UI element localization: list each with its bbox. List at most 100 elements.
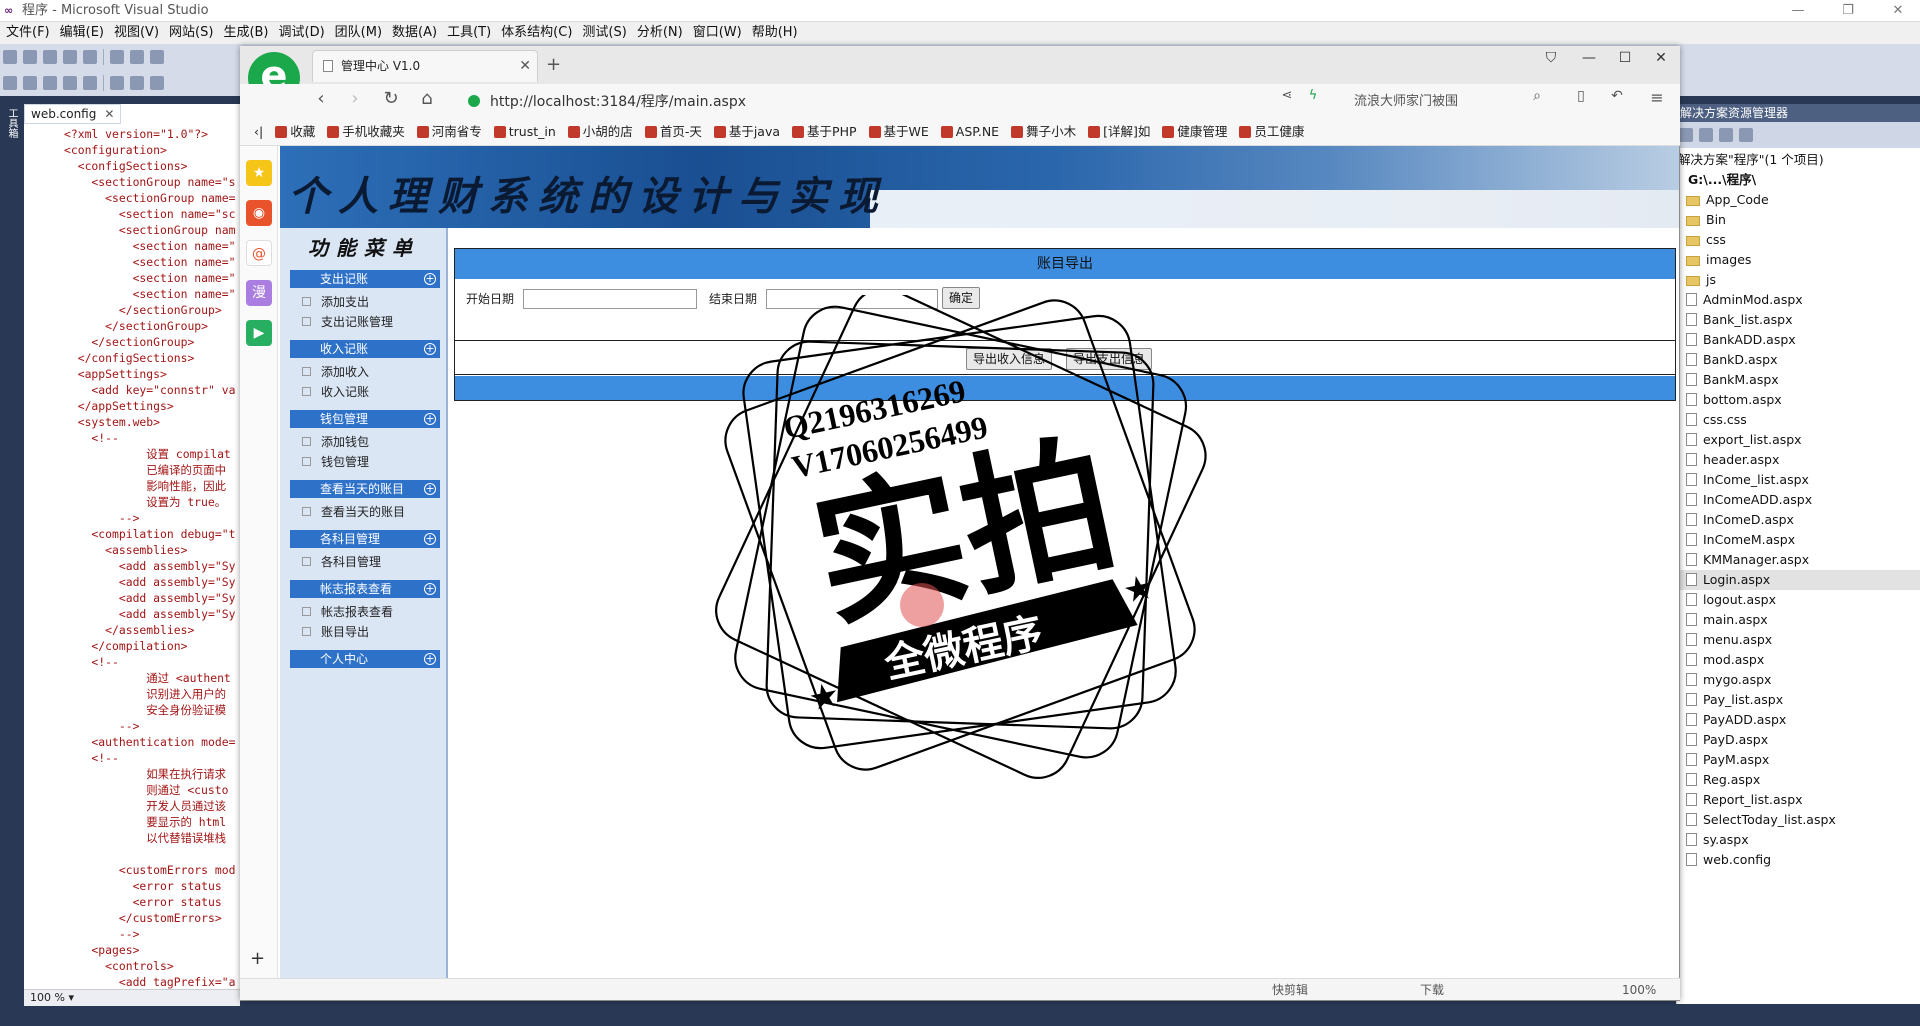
start-date-input[interactable] (523, 289, 697, 309)
vs-menu-item[interactable]: 窗口(W) (687, 22, 746, 44)
menu-item[interactable]: 添加支出 (302, 294, 369, 310)
project-node[interactable]: G:\...\程序\ (1676, 170, 1920, 190)
expand-icon[interactable]: + (424, 273, 436, 285)
format-icon[interactable] (3, 76, 17, 90)
solution-file[interactable]: PayD.aspx (1676, 730, 1920, 750)
solution-file[interactable]: logout.aspx (1676, 590, 1920, 610)
download-label[interactable]: 下载 (1420, 979, 1444, 1001)
code-line[interactable]: </compilation> (24, 638, 240, 654)
code-line[interactable]: <!-- (24, 430, 240, 446)
menu-group[interactable]: 收入记账 + (290, 340, 440, 358)
code-line[interactable]: <section name=" (24, 286, 240, 302)
code-line[interactable]: <pages> (24, 942, 240, 958)
toolbox-label[interactable]: 工具箱 (4, 108, 19, 138)
code-line[interactable]: <add assembly="Sy (24, 574, 240, 590)
favorite-link[interactable]: 小胡的店 (567, 124, 633, 139)
code-line[interactable]: 识别进入用户的 (24, 686, 240, 702)
solution-file[interactable]: InComeADD.aspx (1676, 490, 1920, 510)
menu-group[interactable]: 个人中心 + (290, 650, 440, 668)
solution-file[interactable]: mod.aspx (1676, 650, 1920, 670)
menu-icon[interactable]: ≡ (1644, 88, 1670, 107)
solution-file[interactable]: Reg.aspx (1676, 770, 1920, 790)
code-line[interactable]: <section name=" (24, 254, 240, 270)
code-line[interactable]: <add assembly="Sy (24, 558, 240, 574)
code-line[interactable]: <error status (24, 878, 240, 894)
forward-icon[interactable]: › (342, 88, 368, 109)
code-line[interactable]: <error status (24, 894, 240, 910)
menu-item[interactable]: 收入记账 (302, 384, 369, 400)
code-line[interactable]: <!-- (24, 654, 240, 670)
expand-icon[interactable]: + (424, 583, 436, 595)
favorite-link[interactable]: 河南省专 (416, 124, 482, 139)
vs-menu-item[interactable]: 调试(D) (273, 22, 329, 44)
solution-file[interactable]: InComeM.aspx (1676, 530, 1920, 550)
browser-close-button[interactable]: ✕ (1646, 50, 1676, 66)
uncomment-icon[interactable] (83, 76, 97, 90)
solution-file[interactable]: bottom.aspx (1676, 390, 1920, 410)
solution-file[interactable]: Pay_list.aspx (1676, 690, 1920, 710)
solution-file[interactable]: header.aspx (1676, 450, 1920, 470)
share-icon[interactable]: ⋖ (1274, 88, 1300, 103)
vs-menu-item[interactable]: 帮助(H) (746, 22, 802, 44)
favorite-link[interactable]: 基于PHP (792, 124, 857, 139)
mail-icon[interactable]: @ (246, 240, 272, 266)
vs-restore-button[interactable]: ❐ (1830, 0, 1866, 22)
code-line[interactable]: --> (24, 510, 240, 526)
home-icon[interactable]: ⌂ (414, 88, 440, 109)
favorite-link[interactable]: [详解]如 (1088, 124, 1150, 139)
code-line[interactable]: <compilation debug="t (24, 526, 240, 542)
browser-tab[interactable]: 管理中心 V1.0 ✕ (312, 50, 538, 82)
quick-edit-label[interactable]: 快剪辑 (1272, 979, 1308, 1001)
code-line[interactable]: --> (24, 718, 240, 734)
code-line[interactable]: <authentication mode= (24, 734, 240, 750)
properties-icon[interactable] (1679, 128, 1693, 142)
editor-tab-web-config[interactable]: web.config ✕ (24, 104, 122, 124)
code-line[interactable]: 设置为 true。 (24, 494, 240, 510)
code-line[interactable]: 通过 <authent (24, 670, 240, 686)
code-line[interactable]: 安全身份验证模 (24, 702, 240, 718)
bookmark-icon[interactable] (110, 76, 124, 90)
menu-item[interactable]: 帐志报表查看 (302, 604, 393, 620)
solution-file[interactable]: Bank_list.aspx (1676, 310, 1920, 330)
solution-folder[interactable]: js (1676, 270, 1920, 290)
browser-maximize-button[interactable]: ☐ (1610, 50, 1640, 66)
vs-menu-item[interactable]: 网站(S) (163, 22, 217, 44)
favorite-link[interactable]: trust_in (493, 124, 556, 139)
reader-icon[interactable]: ▯ (1568, 88, 1594, 104)
code-line[interactable]: <sectionGroup nam (24, 222, 240, 238)
outdent-icon[interactable] (43, 76, 57, 90)
favorite-link[interactable]: 员工健康 (1239, 124, 1304, 139)
favorite-link[interactable]: 舞子小木 (1011, 124, 1076, 139)
code-line[interactable]: <assemblies> (24, 542, 240, 558)
code-line[interactable]: <sectionGroup name="s (24, 174, 240, 190)
solution-file[interactable]: Report_list.aspx (1676, 790, 1920, 810)
new-project-icon[interactable] (3, 50, 17, 64)
vs-menu-item[interactable]: 分析(N) (631, 22, 687, 44)
refresh-icon[interactable] (1699, 128, 1713, 142)
vs-menu-item[interactable]: 测试(S) (576, 22, 630, 44)
address-bar[interactable]: http://localhost:3184/程序/main.aspx (468, 90, 788, 114)
code-line[interactable]: </customErrors> (24, 910, 240, 926)
solution-file[interactable]: web.config (1676, 850, 1920, 870)
code-line[interactable]: <?xml version="1.0"?> (24, 126, 240, 142)
code-line[interactable]: <customErrors mod (24, 862, 240, 878)
code-line[interactable]: 开发人员通过该 (24, 798, 240, 814)
flash-icon[interactable]: ϟ (1300, 88, 1326, 103)
expand-icon[interactable]: + (424, 343, 436, 355)
browser-zoom-label[interactable]: 100% (1622, 979, 1656, 1001)
solution-node[interactable]: 解决方案"程序"(1 个项目) (1676, 150, 1920, 170)
menu-group[interactable]: 帐志报表查看 + (290, 580, 440, 598)
menu-group[interactable]: 钱包管理 + (290, 410, 440, 428)
code-line[interactable]: <sectionGroup name= (24, 190, 240, 206)
video-icon[interactable]: ▶ (246, 320, 272, 346)
favorites-collapse-icon[interactable]: ‹| (254, 124, 263, 139)
code-text[interactable]: <?xml version="1.0"?> <configuration> <co… (24, 126, 240, 992)
menu-group[interactable]: 支出记账 + (290, 270, 440, 288)
save-all-icon[interactable] (83, 50, 97, 64)
star-icon[interactable]: ★ (246, 160, 272, 186)
solution-file[interactable]: css.css (1676, 410, 1920, 430)
solution-folder[interactable]: images (1676, 250, 1920, 270)
solution-file[interactable]: KMManager.aspx (1676, 550, 1920, 570)
code-line[interactable]: 已编译的页面中 (24, 462, 240, 478)
zoom-select[interactable]: 100 % ▾ (24, 989, 240, 1006)
